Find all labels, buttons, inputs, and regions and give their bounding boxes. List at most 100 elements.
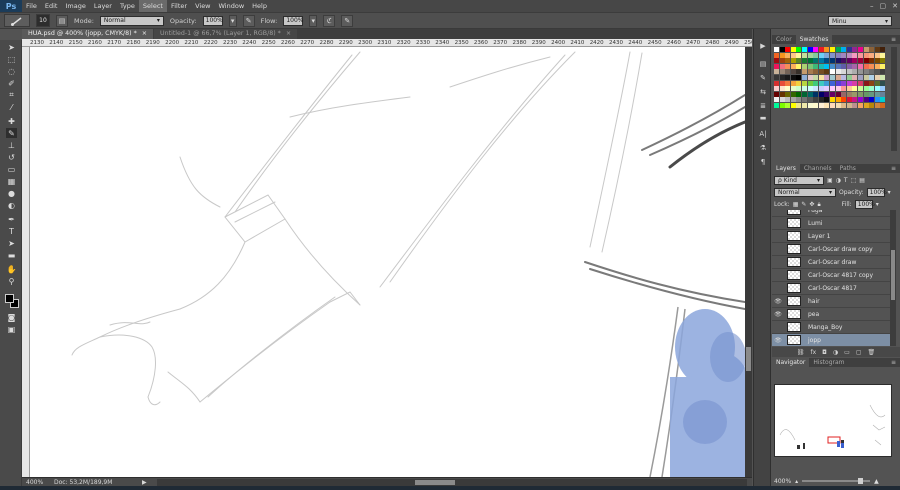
swatch[interactable] <box>824 80 830 86</box>
swatch[interactable] <box>807 86 813 92</box>
swatch[interactable] <box>880 102 886 108</box>
swatch[interactable] <box>790 80 796 86</box>
swatch[interactable] <box>796 69 802 75</box>
status-menu-arrow-icon[interactable]: ▶ <box>142 479 147 486</box>
swatch[interactable] <box>829 80 835 86</box>
swatch[interactable] <box>774 97 779 103</box>
swatch[interactable] <box>874 47 880 52</box>
move-tool-icon[interactable]: ➤ <box>6 42 17 52</box>
swatch[interactable] <box>852 69 858 75</box>
character-icon[interactable]: A| <box>758 129 768 139</box>
swatch[interactable] <box>790 91 796 97</box>
swatch[interactable] <box>874 102 880 108</box>
swatch[interactable] <box>841 58 847 64</box>
swatch[interactable] <box>869 63 875 69</box>
lock-transparent-icon[interactable]: ▦ <box>793 201 799 208</box>
airbrush-icon[interactable]: ℭ <box>323 14 336 27</box>
swatch[interactable] <box>813 52 819 58</box>
swatch[interactable] <box>863 97 869 103</box>
swatch[interactable] <box>874 63 880 69</box>
swatch[interactable] <box>841 69 847 75</box>
layer-row[interactable]: Layer 1 <box>772 230 890 243</box>
swatch[interactable] <box>813 63 819 69</box>
shape-tool-icon[interactable]: ▬ <box>6 250 17 260</box>
swatch[interactable] <box>774 63 779 69</box>
mask-icon[interactable]: ◘ <box>822 349 827 356</box>
swatch[interactable] <box>829 86 835 92</box>
eraser-tool-icon[interactable]: ▭ <box>6 164 17 174</box>
menu-file[interactable]: File <box>22 0 41 12</box>
swatch[interactable] <box>801 52 807 58</box>
paragraph-icon[interactable]: ¶ <box>758 157 768 167</box>
swatch[interactable] <box>874 80 880 86</box>
swatch[interactable] <box>880 91 886 97</box>
swatch[interactable] <box>785 58 791 64</box>
tab-channels[interactable]: Channels <box>800 164 836 173</box>
panel-menu-icon[interactable]: ≡ <box>891 35 896 44</box>
swatch[interactable] <box>824 52 830 58</box>
swatch[interactable] <box>818 91 824 97</box>
close-icon[interactable]: × <box>142 29 147 39</box>
swatch[interactable] <box>813 91 819 97</box>
tool-preset-picker[interactable] <box>4 14 30 27</box>
swatch[interactable] <box>796 80 802 86</box>
swatch[interactable] <box>796 97 802 103</box>
menu-help[interactable]: Help <box>248 0 271 12</box>
crop-tool-icon[interactable]: ⌗ <box>6 90 17 100</box>
vertical-scrollbar[interactable] <box>745 47 752 477</box>
swatch[interactable] <box>835 86 841 92</box>
swatch[interactable] <box>790 52 796 58</box>
swatch[interactable] <box>779 97 785 103</box>
swatch[interactable] <box>785 91 791 97</box>
link-icon[interactable]: ⛓ <box>797 349 805 356</box>
tab-histogram[interactable]: Histogram <box>809 358 848 367</box>
swatch[interactable] <box>852 58 858 64</box>
swatch[interactable] <box>818 58 824 64</box>
swatch[interactable] <box>824 86 830 92</box>
swatch[interactable] <box>829 52 835 58</box>
swatch[interactable] <box>869 74 875 80</box>
swatch[interactable] <box>841 63 847 69</box>
zoom-tool-icon[interactable]: ⚲ <box>6 276 17 286</box>
swatch[interactable] <box>818 97 824 103</box>
swatch[interactable] <box>841 102 847 108</box>
swatch[interactable] <box>785 69 791 75</box>
filter-type-icon[interactable]: T <box>844 177 848 184</box>
menu-window[interactable]: Window <box>215 0 249 12</box>
swatch[interactable] <box>829 58 835 64</box>
type-tool-icon[interactable]: T <box>6 226 17 236</box>
swatch[interactable] <box>774 58 779 64</box>
swatch[interactable] <box>857 91 863 97</box>
swatch[interactable] <box>824 63 830 69</box>
close-icon[interactable]: × <box>286 29 291 39</box>
swatch[interactable] <box>846 80 852 86</box>
adjustments-icon[interactable]: ⇆ <box>758 87 768 97</box>
swatch[interactable] <box>835 47 841 52</box>
path-select-tool-icon[interactable]: ➤ <box>6 238 17 248</box>
swatch[interactable] <box>813 58 819 64</box>
swatch[interactable] <box>824 47 830 52</box>
swatch[interactable] <box>774 80 779 86</box>
swatch[interactable] <box>846 52 852 58</box>
swatch[interactable] <box>801 80 807 86</box>
hand-tool-icon[interactable]: ✋ <box>6 264 17 274</box>
swatch[interactable] <box>874 69 880 75</box>
swatch[interactable] <box>779 63 785 69</box>
horizontal-scrollbar[interactable] <box>157 479 747 486</box>
swatch[interactable] <box>835 63 841 69</box>
swatch[interactable] <box>874 74 880 80</box>
brush-size-picker[interactable]: 10 <box>36 14 50 27</box>
swatch[interactable] <box>779 52 785 58</box>
info-icon[interactable]: ▬ <box>758 113 768 123</box>
menu-select[interactable]: Select <box>138 0 167 12</box>
swatch[interactable] <box>774 91 779 97</box>
swatch[interactable] <box>807 80 813 86</box>
lasso-tool-icon[interactable]: ◌ <box>6 66 17 76</box>
flow-slider-toggle[interactable]: ▾ <box>309 14 318 27</box>
zoom-out-icon[interactable]: ▴ <box>795 478 798 485</box>
swatch[interactable] <box>846 69 852 75</box>
swatch[interactable] <box>835 58 841 64</box>
swatch[interactable] <box>807 47 813 52</box>
swatch[interactable] <box>779 58 785 64</box>
swatch[interactable] <box>813 74 819 80</box>
